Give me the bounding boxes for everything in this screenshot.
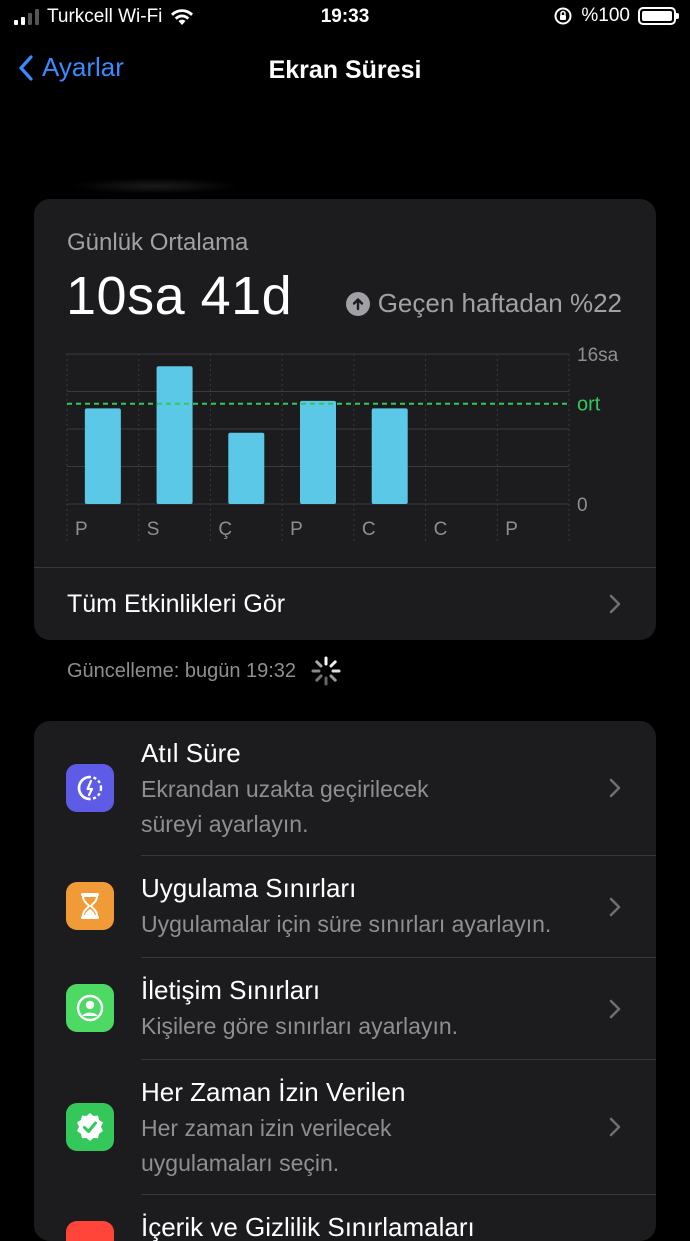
status-right: %100 (553, 5, 679, 27)
checkmark-seal-icon (66, 1103, 114, 1151)
weekly-change: Geçen haftadan %22 (345, 288, 622, 319)
chart-x-tick-label: P (505, 519, 518, 540)
app-limits-title: Uygulama Sınırları (141, 873, 357, 903)
last-updated-text: Güncelleme: bugün 19:32 (67, 659, 297, 682)
navigation-bar: Ayarlar Ekran Süresi (0, 48, 690, 94)
always-allowed-row[interactable]: Her Zaman İzin Verilen Her zaman izin ve… (34, 1060, 656, 1195)
arrow-up-circle-icon (345, 291, 370, 316)
app-limits-subtitle-line: Uygulamalar için süre sınırları ayarlayı… (141, 911, 552, 937)
chart-bar (156, 366, 193, 504)
person-circle-icon (66, 984, 114, 1032)
app-limits-row[interactable]: Uygulama Sınırları Uygulamalar için süre… (34, 856, 656, 958)
chart-x-tick-label: P (75, 519, 88, 540)
communication-limits-subtitle: Kişilere göre sınırları ayarlayın. (141, 1009, 601, 1044)
communication-limits-subtitle-line: Kişilere göre sınırları ayarlayın. (141, 1013, 459, 1039)
downtime-subtitle: Ekrandan uzakta geçirilecek süreyi ayarl… (141, 772, 601, 842)
daily-average-label: Günlük Ortalama (67, 229, 249, 256)
blurred-region (70, 178, 240, 194)
chart-x-tick-label: C (434, 519, 448, 540)
battery-percent: %100 (581, 5, 630, 26)
downtime-row[interactable]: Atıl Süre Ekrandan uzakta geçirilecek sü… (34, 721, 656, 856)
status-bar: Turkcell Wi-Fi 19:33 %100 (0, 0, 690, 36)
chart-x-tick-label: C (362, 519, 376, 540)
always-allowed-title: Her Zaman İzin Verilen (141, 1077, 406, 1107)
loading-spinner-icon (311, 656, 341, 686)
communication-limits-row[interactable]: İletişim Sınırları Kişilere göre sınırla… (34, 958, 656, 1060)
chevron-right-icon (609, 999, 621, 1019)
content-privacy-row[interactable]: İçerik ve Gizlilik Sınırlamaları (34, 1195, 656, 1241)
chart-y-tick-label: 0 (577, 495, 588, 516)
hourglass-icon (66, 882, 114, 930)
see-all-activity-row[interactable]: Tüm Etkinlikleri Gör (34, 567, 656, 640)
chart-x-tick-label: S (147, 519, 160, 540)
chart-bar (84, 408, 121, 504)
see-all-activity-label: Tüm Etkinlikleri Gör (67, 590, 286, 618)
page-title: Ekran Süresi (268, 56, 422, 84)
app-limits-subtitle: Uygulamalar için süre sınırları ayarlayı… (141, 907, 621, 942)
orientation-lock-icon (554, 7, 572, 25)
communication-limits-title: İletişim Sınırları (141, 975, 321, 1005)
chart-average-label: ort (577, 394, 601, 416)
always-allowed-subtitle: Her zaman izin verilecek uygulamaları se… (141, 1111, 601, 1181)
battery-icon (638, 7, 679, 25)
chart-x-tick-label: Ç (218, 519, 232, 540)
downtime-title: Atıl Süre (141, 738, 241, 768)
downtime-icon (66, 764, 114, 812)
chart-bar (228, 432, 265, 504)
daily-average-value: 10sa 41d (66, 266, 293, 326)
last-updated: Güncelleme: bugün 19:32 (67, 655, 342, 687)
chevron-right-icon (609, 1117, 621, 1137)
downtime-subtitle-line: süreyi ayarlayın. (141, 811, 309, 837)
usage-card: Günlük Ortalama 10sa 41d Geçen haftadan … (34, 199, 656, 640)
chevron-right-icon (609, 778, 621, 798)
chart-x-tick-label: P (290, 519, 303, 540)
always-allowed-subtitle-line: uygulamaları seçin. (141, 1150, 340, 1176)
chart-y-tick-label: 16sa (577, 345, 619, 366)
settings-list: Atıl Süre Ekrandan uzakta geçirilecek sü… (34, 721, 656, 1241)
restriction-icon (66, 1221, 114, 1241)
weekly-change-text: Geçen haftadan %22 (377, 288, 622, 318)
chart-bar (371, 408, 408, 504)
downtime-subtitle-line: Ekrandan uzakta geçirilecek (141, 776, 429, 802)
always-allowed-subtitle-line: Her zaman izin verilecek (141, 1115, 392, 1141)
chart-bar (300, 400, 336, 504)
chevron-right-icon (609, 594, 621, 614)
chevron-right-icon (609, 897, 621, 917)
usage-chart[interactable]: ort 16sa 0 P S Ç P C C P (34, 339, 656, 549)
